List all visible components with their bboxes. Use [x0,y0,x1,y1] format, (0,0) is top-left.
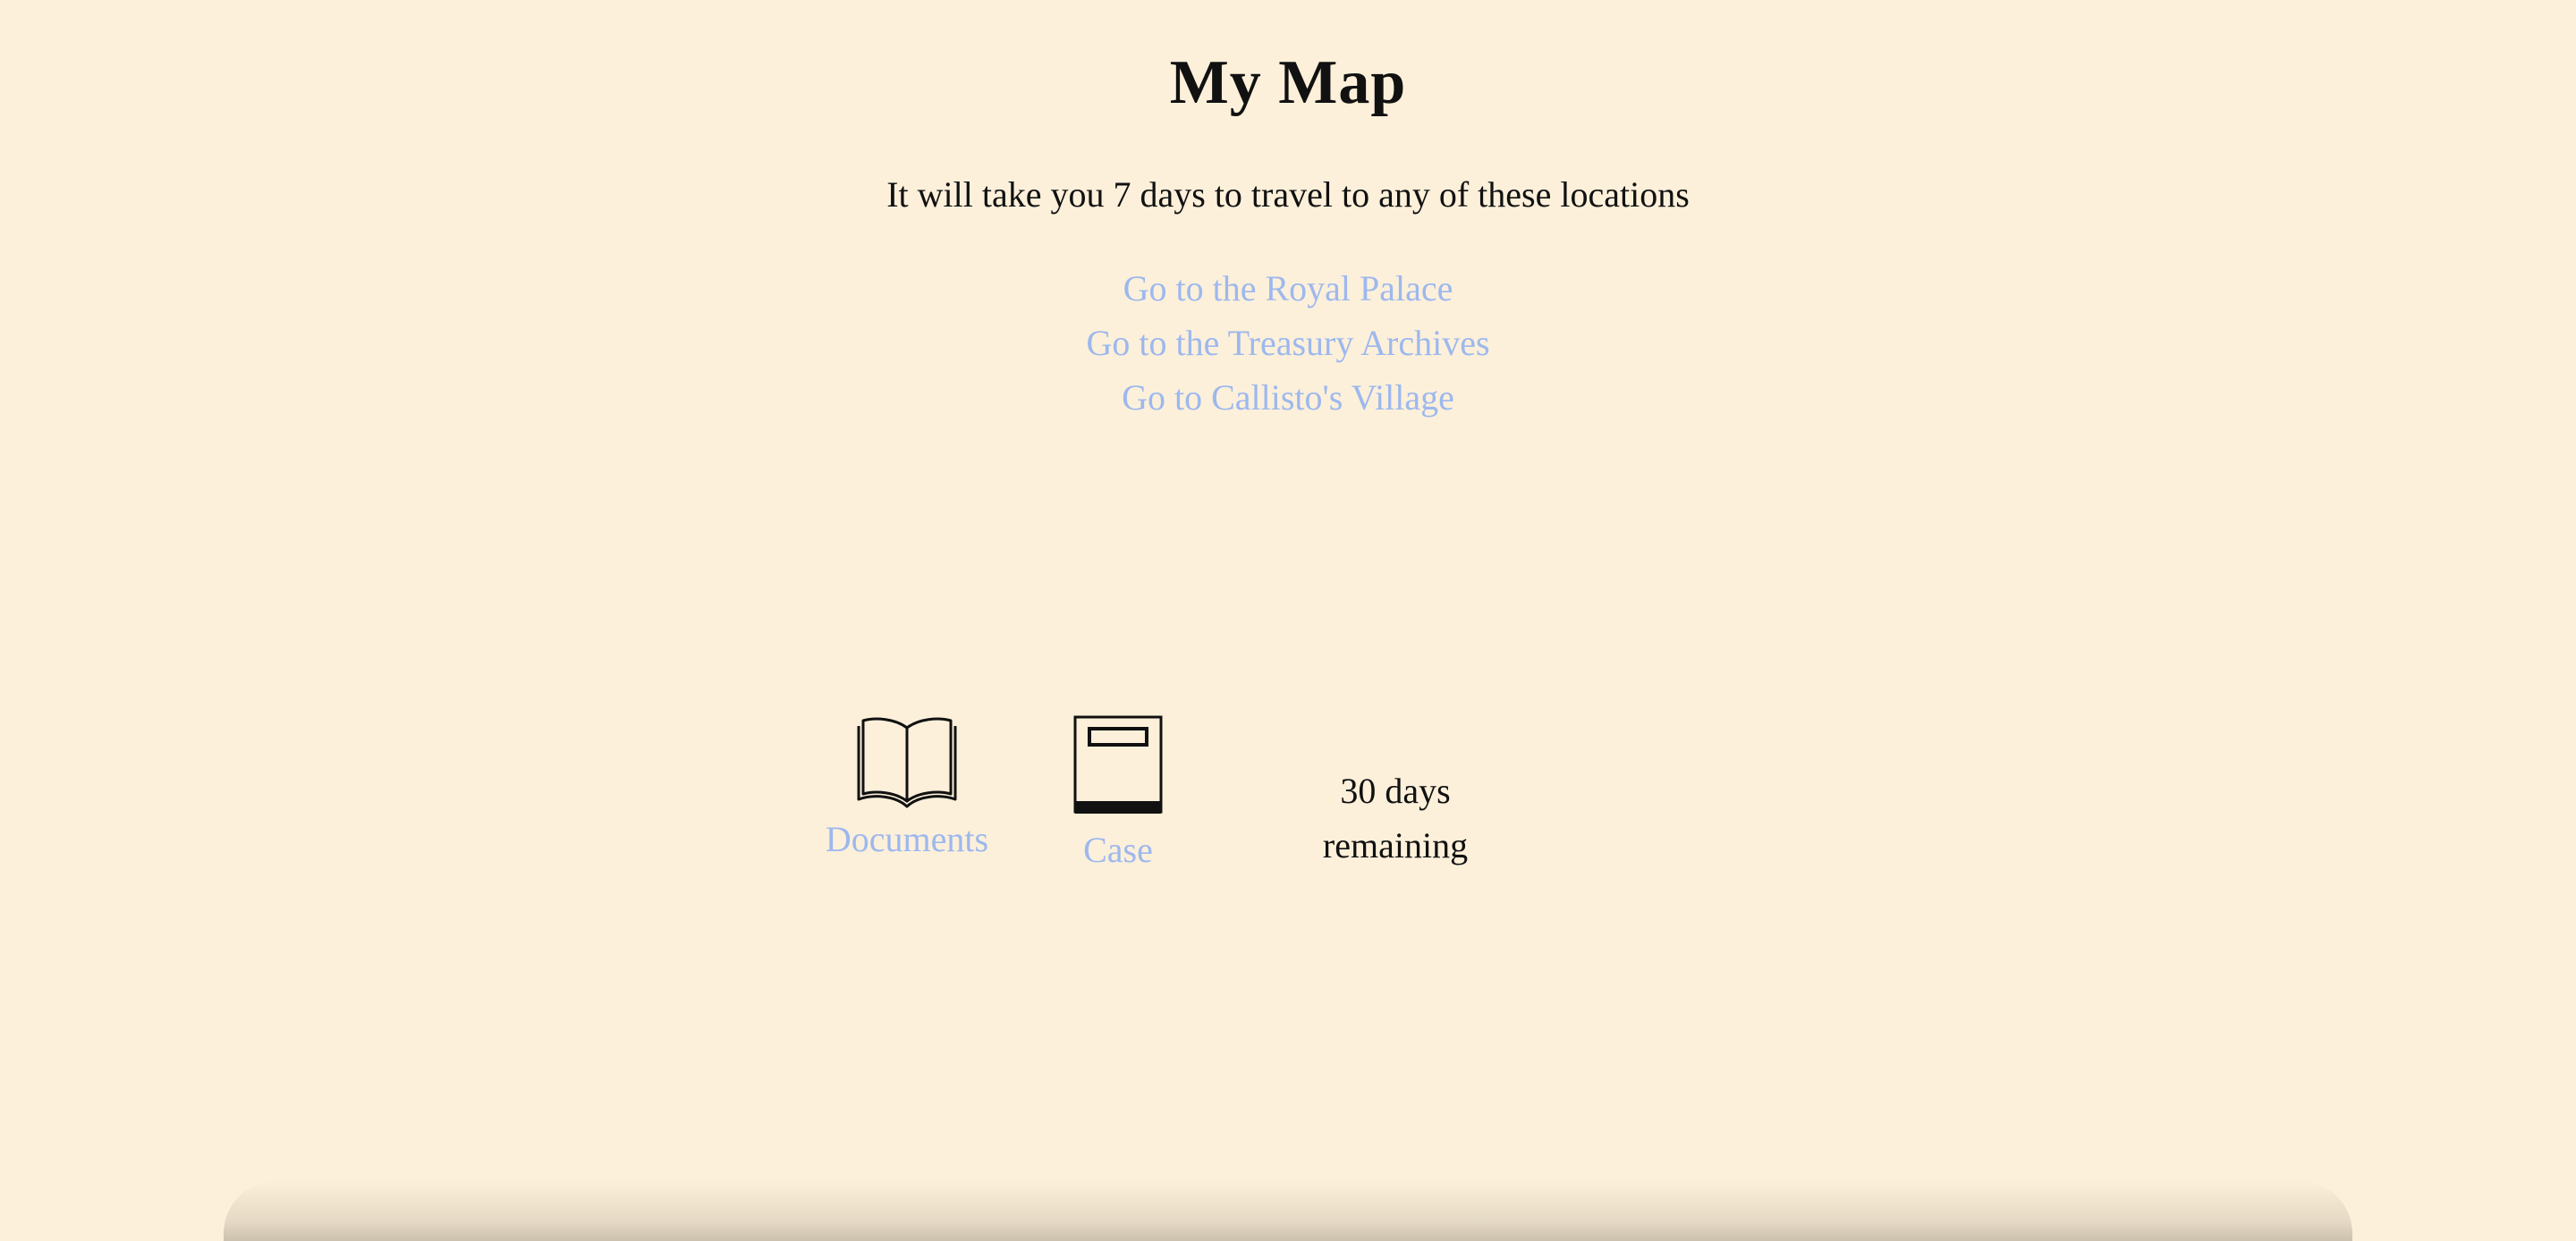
callistos-village-link[interactable]: Go to Callisto's Village [1122,377,1454,418]
bottom-edge-shadow [224,1180,2352,1241]
inventory-toolbar: Documents Case 30 days remaining [0,715,2576,894]
days-remaining-counter: 30 days remaining [1288,764,1503,873]
travel-info-text: It will take you 7 days to travel to any… [886,174,1690,215]
list-item: Go to Callisto's Village [0,370,2576,425]
treasury-archives-link[interactable]: Go to the Treasury Archives [1086,323,1489,363]
royal-palace-link[interactable]: Go to the Royal Palace [1123,268,1453,308]
days-count: 30 days [1340,771,1451,811]
case-box-icon [1073,715,1163,814]
documents-button[interactable]: Documents [816,715,998,862]
case-button[interactable]: Case [1064,715,1172,873]
map-page: My Map It will take you 7 days to travel… [0,0,2576,1241]
case-label[interactable]: Case [1064,828,1172,873]
list-item: Go to the Royal Palace [0,261,2576,316]
destination-list: Go to the Royal Palace Go to the Treasur… [0,261,2576,425]
days-remaining-label: remaining [1322,825,1469,865]
open-book-icon [857,717,957,808]
page-title: My Map [1169,48,1407,117]
list-item: Go to the Treasury Archives [0,316,2576,370]
documents-label[interactable]: Documents [816,817,998,862]
